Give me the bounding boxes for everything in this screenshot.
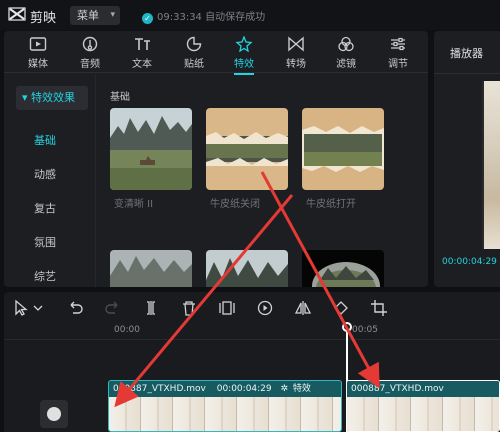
tab-transition[interactable]: 转场	[274, 35, 318, 71]
audio-icon	[82, 36, 98, 52]
effect-card-kraft-open[interactable]	[302, 108, 384, 190]
timeline-toolbar	[4, 292, 500, 324]
tab-label: 转场	[286, 59, 306, 70]
tab-sticker[interactable]: 贴纸	[172, 35, 216, 71]
clip-thumbnails	[347, 397, 499, 431]
effect-card-vignette[interactable]	[302, 250, 384, 287]
tab-media[interactable]: 媒体	[16, 35, 60, 71]
tab-label: 媒体	[28, 59, 48, 70]
section-title: 基础	[110, 92, 130, 103]
select-pointer-icon[interactable]	[12, 299, 30, 317]
effect-thumbnail	[110, 250, 192, 287]
track-mute-button[interactable]	[40, 400, 68, 428]
menu-button[interactable]: 菜单 ▾	[70, 6, 120, 25]
clip-name: 000887_VTXHD.mov	[113, 384, 206, 394]
sidebar-item-atmosphere[interactable]: 氛围	[34, 234, 56, 250]
tab-label: 音频	[80, 59, 100, 70]
tab-label: 调节	[388, 59, 408, 70]
effect-star-icon: ✲	[280, 384, 289, 394]
text-icon	[135, 38, 150, 50]
timeline-ruler[interactable]: 00:00 00:05	[4, 324, 500, 340]
check-circle-icon: ✓	[142, 13, 153, 24]
video-clip-selected[interactable]: 000887_VTXHD.mov	[346, 380, 500, 432]
video-clip[interactable]: 000887_VTXHD.mov 00:00:04:29 ✲ 特效	[108, 380, 342, 432]
tab-effects[interactable]: 特效	[222, 35, 266, 75]
clip-thumbnails	[109, 397, 341, 431]
reverse-icon[interactable]	[256, 299, 274, 317]
effect-thumbnail	[206, 108, 288, 190]
clip-effect-tag: 特效	[292, 384, 311, 394]
effect-thumbnail	[302, 250, 384, 287]
effects-grid: 基础 变清晰 II 牛皮纸关闭 牛皮纸打开	[104, 74, 426, 287]
transition-icon	[288, 36, 304, 52]
tab-label: 文本	[132, 59, 152, 70]
mirror-icon[interactable]	[294, 299, 312, 317]
filter-icon	[338, 36, 354, 52]
delete-icon[interactable]	[180, 299, 198, 317]
clip-duration: 00:00:04:29	[216, 384, 272, 394]
tab-label: 贴纸	[184, 59, 204, 70]
undo-icon[interactable]	[66, 299, 84, 317]
chevron-down-icon: ▾	[110, 10, 115, 20]
sidebar-item-variety[interactable]: 综艺	[34, 268, 56, 284]
adjust-icon	[391, 37, 405, 51]
rotate-icon[interactable]	[332, 299, 350, 317]
sidebar-item-dynamic[interactable]: 动感	[34, 166, 56, 182]
clip-header: 000887_VTXHD.mov 00:00:04:29 ✲ 特效	[109, 381, 341, 397]
effect-thumbnail	[206, 250, 288, 287]
autosave-status: ✓ 09:33:34 自动保存成功	[142, 8, 265, 24]
video-preview[interactable]	[482, 81, 500, 249]
audio-toggle-icon	[47, 407, 61, 421]
effect-card-clarity[interactable]	[110, 108, 192, 190]
crop-icon[interactable]	[370, 299, 388, 317]
chevron-down-icon[interactable]	[32, 299, 44, 317]
player-title: 播放器	[450, 47, 483, 60]
effect-thumbnail	[302, 108, 384, 190]
ruler-label: 00:05	[352, 325, 378, 335]
timeline-panel: 00:00 00:05 000887_VTXHD.mov 00:00:04:29…	[4, 292, 500, 432]
effect-card-fog[interactable]	[110, 250, 192, 287]
caret-down-icon: ▾	[22, 91, 32, 104]
effects-icon	[235, 36, 253, 52]
effect-card-label: 变清晰 II	[114, 199, 154, 210]
sidebar-item-retro[interactable]: 复古	[34, 200, 56, 216]
player-panel: 播放器 00:00:04:29	[434, 31, 500, 287]
sidebar-header-label: 特效效果	[31, 91, 76, 104]
resource-toolbar: 媒体 音频 文本 贴纸 特效 转场 滤镜 调节	[4, 31, 428, 75]
media-icon	[29, 37, 47, 51]
app-name: 剪映	[30, 11, 57, 26]
resource-panel: 媒体 音频 文本 贴纸 特效 转场 滤镜 调节 ▾ 特效效果 基础 动感 复古 …	[4, 31, 428, 287]
tab-audio[interactable]: 音频	[68, 35, 112, 71]
capcut-logo-icon	[8, 7, 26, 21]
effect-card-forest[interactable]	[206, 250, 288, 287]
effects-sidebar: ▾ 特效效果 基础 动感 复古 氛围 综艺	[4, 74, 96, 287]
player-timecode: 00:00:04:29	[442, 257, 497, 267]
freeze-frame-icon[interactable]	[218, 299, 236, 317]
tab-text[interactable]: 文本	[120, 35, 164, 71]
tab-label: 滤镜	[336, 59, 356, 70]
clip-header: 000887_VTXHD.mov	[347, 381, 499, 397]
effect-card-label: 牛皮纸关闭	[210, 199, 260, 210]
menu-label: 菜单	[77, 9, 99, 22]
effect-card-kraft-close[interactable]	[206, 108, 288, 190]
tab-filter[interactable]: 滤镜	[324, 35, 368, 71]
effect-thumbnail	[110, 108, 192, 190]
sticker-icon	[186, 36, 202, 52]
title-bar: 剪映 菜单 ▾ ✓ 09:33:34 自动保存成功	[0, 0, 500, 30]
tab-label: 特效	[234, 59, 254, 70]
ruler-label: 00:00	[114, 325, 140, 335]
split-icon[interactable]	[142, 299, 160, 317]
divider	[434, 73, 500, 74]
sidebar-item-basic[interactable]: 基础	[34, 132, 56, 148]
tab-adjust[interactable]: 调节	[376, 35, 420, 71]
effect-card-label: 牛皮纸打开	[306, 199, 356, 210]
sidebar-header[interactable]: ▾ 特效效果	[16, 86, 88, 110]
autosave-text: 09:33:34 自动保存成功	[157, 12, 266, 23]
redo-icon[interactable]	[104, 299, 122, 317]
clip-name: 000887_VTXHD.mov	[351, 384, 444, 394]
